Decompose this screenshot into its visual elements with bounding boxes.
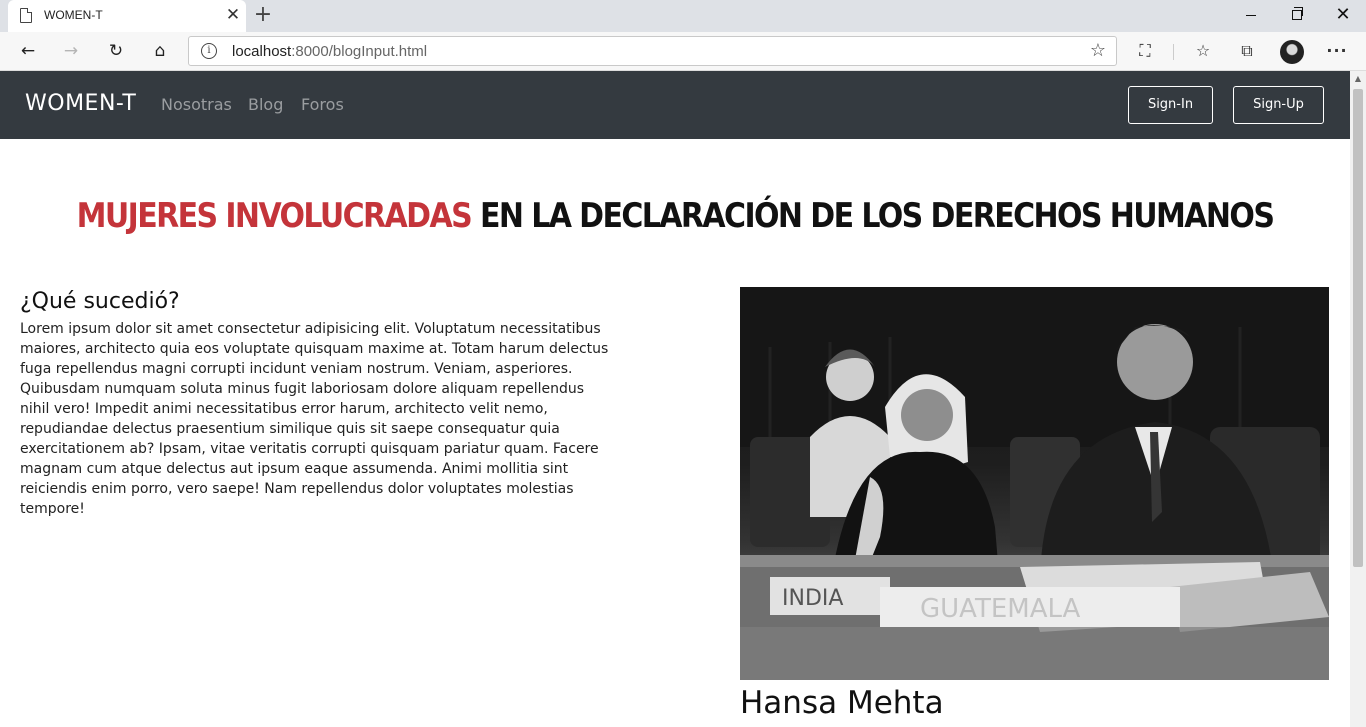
scrollbar-thumb[interactable]	[1353, 89, 1363, 567]
maximize-window-button[interactable]	[1274, 0, 1320, 32]
page-icon	[20, 8, 32, 23]
close-tab-icon[interactable]: ✕	[222, 4, 244, 26]
historical-photo: INDIA GUATEMALA	[740, 287, 1329, 680]
browser-toolbar: ← → ↻ ⌂ i localhost:8000/blogInput.html …	[0, 32, 1366, 71]
screen-capture-icon[interactable]: ⛶	[1130, 36, 1160, 66]
address-bar[interactable]: i localhost:8000/blogInput.html ☆	[188, 36, 1117, 66]
more-options-icon[interactable]: ···	[1322, 36, 1352, 66]
browser-tab[interactable]: WOMEN-T ✕	[8, 0, 246, 32]
avatar	[1280, 39, 1304, 64]
photo-sign-india: INDIA	[782, 586, 843, 611]
info-icon[interactable]: i	[201, 43, 217, 59]
section-body: Lorem ipsum dolor sit amet consectetur a…	[20, 321, 609, 517]
profile-avatar-icon[interactable]	[1277, 36, 1307, 66]
photo-caption: Hansa Mehta	[740, 685, 944, 721]
page-viewport: WOMEN-T Nosotras Blog Foros Sign-In Sign…	[0, 71, 1350, 727]
star-icon[interactable]: ☆	[1090, 40, 1106, 61]
url-path: :8000/blogInput.html	[291, 43, 428, 60]
back-arrow-icon[interactable]: ←	[13, 36, 43, 66]
scroll-up-icon[interactable]: ▲	[1350, 71, 1366, 87]
reload-icon[interactable]: ↻	[101, 36, 131, 66]
new-tab-icon[interactable]: +	[252, 2, 274, 28]
favorites-list-icon[interactable]: ☆	[1188, 36, 1218, 66]
forward-arrow-icon[interactable]: →	[56, 36, 86, 66]
url-host: localhost	[232, 43, 292, 60]
page-headline: MUJERES INVOLUCRADAS EN LA DECLARACIÓN D…	[0, 197, 1350, 236]
tab-strip: WOMEN-T ✕ + ✕	[0, 0, 1366, 32]
minimize-window-button[interactable]	[1228, 0, 1274, 32]
photo-illustration: INDIA GUATEMALA	[740, 287, 1329, 680]
url-text[interactable]: localhost:8000/blogInput.html	[232, 43, 427, 60]
toolbar-divider	[1173, 44, 1174, 60]
nav-link-foros[interactable]: Foros	[301, 95, 344, 114]
close-window-button[interactable]: ✕	[1320, 0, 1366, 32]
photo-sign-guatemala: GUATEMALA	[920, 594, 1081, 624]
nav-link-blog[interactable]: Blog	[248, 95, 283, 114]
page-scrollbar[interactable]: ▲	[1350, 71, 1366, 727]
sign-up-button[interactable]: Sign-Up	[1233, 86, 1324, 124]
headline-rest: EN LA DECLARACIÓN DE LOS DERECHOS HUMANO…	[471, 196, 1275, 237]
site-navbar: WOMEN-T Nosotras Blog Foros Sign-In Sign…	[0, 71, 1350, 139]
collections-icon[interactable]: ⧉	[1232, 36, 1262, 66]
section-title: ¿Qué sucedió?	[20, 289, 180, 314]
nav-link-nosotras[interactable]: Nosotras	[161, 95, 232, 114]
site-brand[interactable]: WOMEN-T	[25, 91, 136, 116]
home-icon[interactable]: ⌂	[145, 36, 175, 66]
sign-in-button[interactable]: Sign-In	[1128, 86, 1213, 124]
headline-accent: MUJERES INVOLUCRADAS	[76, 196, 473, 237]
tab-title: WOMEN-T	[44, 8, 103, 22]
